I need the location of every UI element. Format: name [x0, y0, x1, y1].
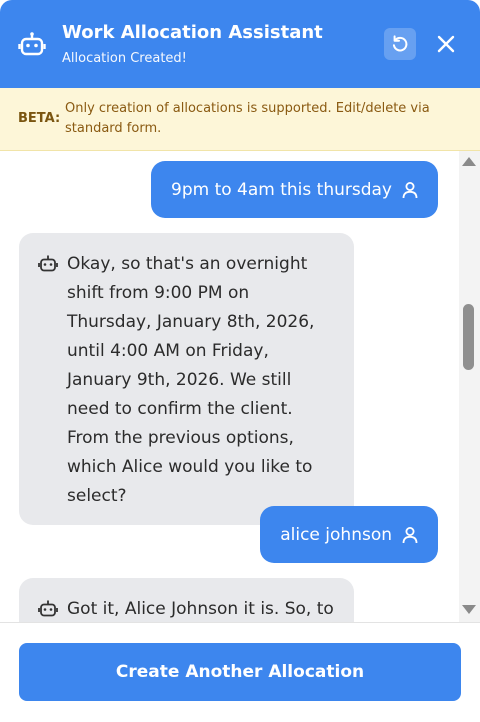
- assistant-message: Got it, Alice Johnson it is. So, to: [19, 578, 354, 622]
- user-icon: [402, 526, 418, 543]
- reset-button[interactable]: [384, 28, 416, 60]
- user-icon: [402, 181, 418, 198]
- message-text: alice johnson: [280, 524, 392, 545]
- assistant-panel: Work Allocation Assistant Allocation Cre…: [0, 0, 480, 722]
- bot-icon: [38, 255, 58, 272]
- chat-scrollbar[interactable]: [459, 151, 480, 622]
- header-subtitle: Allocation Created!: [62, 51, 187, 66]
- scroll-down-arrow-icon[interactable]: [462, 605, 476, 614]
- refresh-icon: [392, 35, 408, 52]
- scrollbar-thumb[interactable]: [463, 304, 474, 370]
- beta-label: BETA:: [18, 111, 61, 126]
- close-button[interactable]: [430, 28, 462, 60]
- assistant-message: Okay, so that's an overnight shift from …: [19, 233, 354, 525]
- chat-log: 9pm to 4am this thursday Okay, so that's…: [0, 151, 459, 622]
- header: Work Allocation Assistant Allocation Cre…: [0, 0, 480, 88]
- beta-banner: BETA: Only creation of allocations is su…: [0, 88, 480, 151]
- close-icon: [437, 35, 455, 53]
- bot-icon: [18, 32, 46, 56]
- header-title: Work Allocation Assistant: [62, 22, 323, 43]
- scroll-up-arrow-icon[interactable]: [462, 157, 476, 166]
- bot-icon: [38, 600, 58, 617]
- beta-text: Only creation of allocations is supporte…: [65, 101, 430, 136]
- user-message: alice johnson: [260, 506, 438, 563]
- message-text: 9pm to 4am this thursday: [171, 179, 392, 200]
- message-text: Okay, so that's an overnight shift from …: [67, 254, 315, 506]
- message-text: Got it, Alice Johnson it is. So, to: [67, 599, 334, 619]
- create-another-allocation-button[interactable]: Create Another Allocation: [19, 643, 461, 701]
- user-message: 9pm to 4am this thursday: [151, 161, 438, 218]
- footer: Create Another Allocation: [0, 622, 480, 722]
